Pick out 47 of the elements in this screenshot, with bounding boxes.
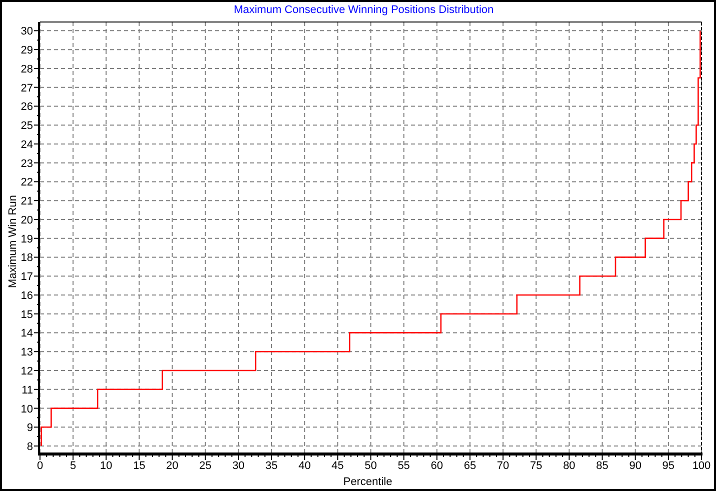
tick-label: 40 xyxy=(298,460,311,472)
tick-label: 15 xyxy=(20,308,33,321)
tick-label: 90 xyxy=(629,460,642,472)
tick-label: 60 xyxy=(430,460,444,472)
tick-label: 95 xyxy=(662,460,675,472)
tick-label: 20 xyxy=(166,460,178,472)
tick-label: 22 xyxy=(20,176,33,189)
tick-label: 55 xyxy=(398,460,410,472)
tick-label: 16 xyxy=(20,290,33,302)
tick-label: 75 xyxy=(530,460,542,472)
tick-label: 28 xyxy=(20,63,33,76)
tick-label: 80 xyxy=(563,460,576,472)
tick-label: 17 xyxy=(20,271,33,284)
tick-label: 13 xyxy=(20,346,33,359)
axis-label: Maximum Win Run xyxy=(7,195,19,288)
tick-label: 30 xyxy=(20,26,33,38)
tick-label: 9 xyxy=(26,422,33,434)
tick-label: 10 xyxy=(100,460,112,472)
tick-label: 100 xyxy=(692,460,711,472)
tick-label: 10 xyxy=(20,403,33,416)
tick-label: 11 xyxy=(22,384,33,396)
tick-label: 20 xyxy=(20,214,33,226)
tick-label: 25 xyxy=(199,460,212,472)
tick-label: 70 xyxy=(496,460,510,472)
tick-label: 5 xyxy=(70,460,76,472)
tick-label: 18 xyxy=(20,252,33,264)
tick-label: 0 xyxy=(36,460,44,472)
tick-label: 45 xyxy=(332,460,344,472)
tick-label: 30 xyxy=(232,460,245,472)
tick-label: 15 xyxy=(133,460,146,472)
tick-label: 50 xyxy=(364,460,377,472)
tick-label: 21 xyxy=(20,196,33,208)
tick-label: 85 xyxy=(596,460,608,472)
tick-label: 26 xyxy=(20,101,33,114)
tick-label: 23 xyxy=(20,158,33,170)
tick-label: 8 xyxy=(26,441,33,454)
tick-label: 24 xyxy=(20,138,33,151)
tick-label: 19 xyxy=(20,233,33,246)
tick-label: 14 xyxy=(20,328,33,340)
tick-label: 65 xyxy=(464,460,476,472)
chart-title: Maximum Consecutive Winning Positions Distribution xyxy=(234,4,494,16)
tick-label: 25 xyxy=(20,120,33,132)
axis-label: Percentile xyxy=(343,476,392,488)
tick-label: 35 xyxy=(265,460,278,472)
tick-label: 12 xyxy=(20,366,33,378)
tick-label: 27 xyxy=(20,82,33,94)
tick-label: 29 xyxy=(20,44,33,57)
